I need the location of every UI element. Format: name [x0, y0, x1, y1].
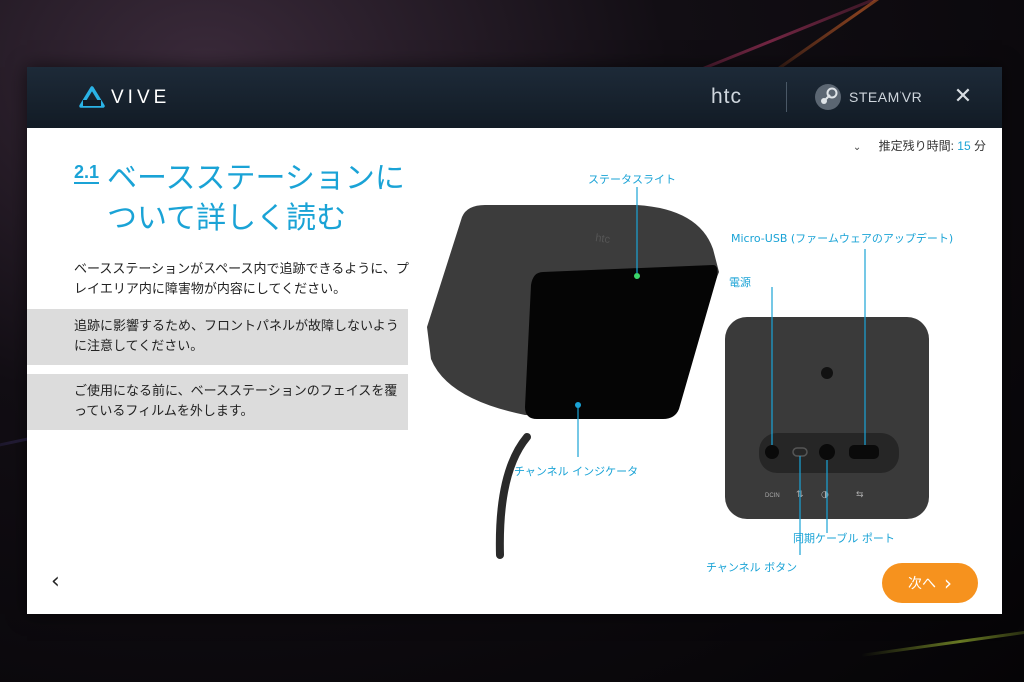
notice-text: 追跡に影響するため、フロントパネルが故障しないように注意してください。	[74, 319, 399, 354]
front-station-face	[525, 265, 718, 419]
next-button[interactable]: 次へ ›	[882, 563, 978, 603]
close-button[interactable]: ✕	[951, 84, 975, 110]
callout-channel-button: チャンネル ボタン	[706, 561, 798, 574]
usb-port	[849, 445, 879, 459]
next-button-label: 次へ	[908, 576, 936, 592]
usb-port-icon: ⇆	[856, 490, 864, 500]
notice-box: 追跡に影響するため、フロントパネルが故障しないように注意してください。	[27, 309, 408, 365]
status-led	[634, 273, 640, 279]
htc-logo: htc	[711, 85, 743, 108]
step-number: 2.1	[74, 162, 100, 184]
dcin-port	[765, 445, 779, 459]
callout-power: 電源	[729, 276, 751, 289]
background-streak	[860, 626, 1024, 657]
notice-text: ご使用になる前に、ベースステーションのフェイスを覆っているフィルムを外します。	[74, 384, 398, 419]
callout-micro-usb: Micro-USB (ファームウェアのアップデート)	[731, 232, 954, 245]
sync-port	[819, 444, 835, 460]
setup-window: VIVE htc STEAM’VR ✕ ⌄ 推定残り時間: 15 分 2.1 ベ…	[27, 67, 1002, 614]
intro-text: ベースステーションがスペース内で追跡できるように、プレイエリア内に障害物が内容に…	[74, 262, 409, 297]
vive-brand-text: VIVE	[111, 87, 171, 108]
page-title: ベースステーションについて詳しく読む	[107, 161, 405, 236]
steamvr-text: STEAM	[849, 89, 900, 105]
dcin-label: DCIN	[765, 493, 780, 499]
notice-box: ご使用になる前に、ベースステーションのフェイスを覆っているフィルムを外します。	[27, 374, 408, 430]
vive-logo-icon	[79, 86, 105, 108]
base-station-diagram: htc DCIN ⇅ ◑ ⇆	[427, 187, 929, 559]
callout-status-light: ステータスライト	[588, 173, 676, 186]
back-button[interactable]: ‹	[51, 570, 71, 594]
power-cable	[495, 433, 531, 559]
steamvr-suffix: VR	[901, 89, 923, 105]
mount-hole	[821, 367, 833, 379]
callout-sync-port: 同期ケーブル ポート	[793, 532, 895, 545]
steam-logo-icon	[815, 84, 841, 110]
title-bar: VIVE htc STEAM’VR ✕	[27, 67, 1002, 128]
chevron-right-icon: ›	[944, 571, 952, 595]
callout-channel-indicator: チャンネル インジケータ	[514, 465, 639, 478]
device-logo: htc	[595, 232, 612, 246]
sync-port-icon: ◑	[821, 490, 829, 500]
steamvr-logo: STEAM’VR	[849, 89, 922, 105]
title-divider	[786, 82, 787, 112]
